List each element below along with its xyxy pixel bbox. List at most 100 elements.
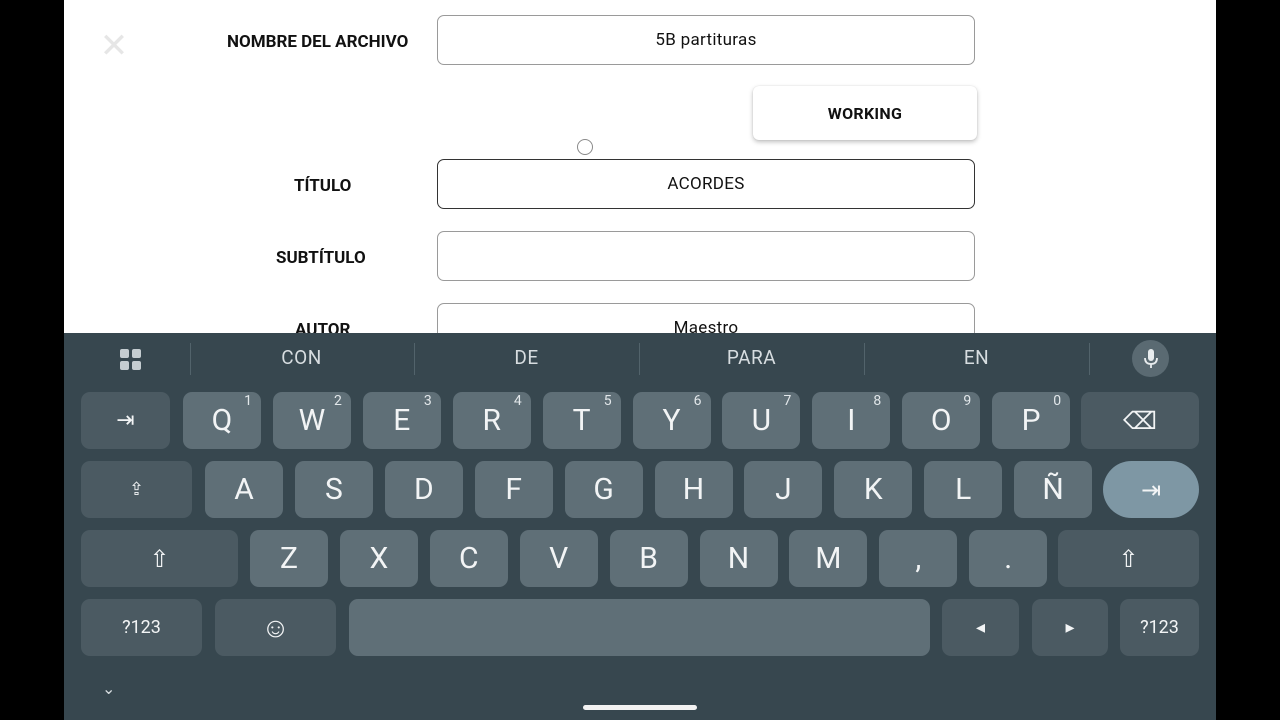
divider: [1089, 343, 1090, 375]
key-label: G: [593, 472, 614, 507]
symbols-key-left[interactable]: ?123: [81, 599, 202, 656]
key-label: ,: [915, 541, 922, 576]
key-9[interactable]: Ñ: [1014, 461, 1093, 518]
key-hint: 8: [873, 393, 882, 409]
title-label: TÍTULO: [294, 176, 352, 196]
key-label: A: [234, 472, 254, 507]
tab-key[interactable]: ⇥: [81, 392, 170, 449]
suggestion-1[interactable]: CON: [189, 346, 414, 369]
key-3[interactable]: F: [474, 461, 553, 518]
arrow-right-icon: ▸: [1065, 617, 1075, 638]
caps-lock-key[interactable]: ⇪: [81, 461, 192, 518]
collapse-keyboard-icon[interactable]: ⌄: [102, 679, 115, 698]
apps-grid-icon[interactable]: [120, 349, 141, 370]
key-1[interactable]: X: [339, 530, 418, 587]
key-7[interactable]: K: [834, 461, 913, 518]
shift-key-right[interactable]: ⇧: [1058, 530, 1199, 587]
key-hint: 0: [1053, 393, 1062, 409]
key-hint: 3: [423, 393, 432, 409]
key-4[interactable]: G: [564, 461, 643, 518]
key-r[interactable]: R4: [452, 392, 531, 449]
emoji-key[interactable]: ☺: [215, 599, 336, 656]
cursor-left-key[interactable]: ◂: [942, 599, 1019, 656]
symbols-key-right[interactable]: ?123: [1120, 599, 1199, 656]
backspace-key[interactable]: ⌫: [1081, 392, 1199, 449]
key-o[interactable]: O9: [902, 392, 981, 449]
key-hint: 6: [693, 393, 702, 409]
key-label: K: [863, 472, 883, 507]
next-field-key[interactable]: ⇥: [1103, 461, 1199, 518]
key-q[interactable]: Q1: [183, 392, 261, 449]
key-hint: 5: [603, 393, 612, 409]
key-label: R: [482, 403, 501, 438]
key-6[interactable]: J: [744, 461, 823, 518]
key-2[interactable]: C: [429, 530, 508, 587]
app-screen: ✕ NOMBRE DEL ARCHIVO 5B partituras WORKI…: [64, 0, 1216, 720]
key-i[interactable]: I8: [812, 392, 891, 449]
key-2[interactable]: D: [384, 461, 463, 518]
key-label: X: [369, 541, 389, 576]
title-input[interactable]: ACORDES: [437, 159, 975, 209]
key-label: I: [847, 403, 856, 438]
subtitle-input[interactable]: [437, 231, 975, 281]
key-label: Z: [280, 541, 298, 576]
key-hint: 7: [783, 393, 792, 409]
subtitle-label: SUBTÍTULO: [276, 248, 366, 268]
key-0[interactable]: A: [205, 461, 283, 518]
emoji-icon: ☺: [261, 611, 290, 644]
key-label: H: [682, 472, 705, 507]
working-button[interactable]: WORKING: [753, 86, 977, 140]
key-hint: 1: [244, 393, 252, 409]
arrow-left-icon: ◂: [975, 617, 986, 638]
tab-icon: ⇥: [116, 408, 135, 433]
shift-icon: ⇧: [1118, 544, 1139, 573]
key-label: U: [751, 403, 772, 438]
key-label: .: [1004, 541, 1013, 576]
key-5[interactable]: N: [699, 530, 778, 587]
key-hint: 2: [334, 393, 342, 409]
radio-button[interactable]: [577, 139, 593, 155]
key-label: J: [775, 472, 792, 507]
key-label: B: [639, 541, 658, 576]
key-7[interactable]: ,: [879, 530, 958, 587]
key-p[interactable]: P0: [992, 392, 1071, 449]
key-y[interactable]: Y6: [632, 392, 711, 449]
tab-icon: ⇥: [1140, 475, 1162, 504]
key-label: Q: [211, 403, 233, 438]
key-t[interactable]: T5: [542, 392, 621, 449]
space-bar[interactable]: [349, 599, 930, 656]
key-w[interactable]: W2: [272, 392, 351, 449]
microphone-icon[interactable]: [1132, 340, 1169, 377]
key-4[interactable]: B: [609, 530, 688, 587]
backspace-icon: ⌫: [1123, 406, 1157, 435]
suggestion-2[interactable]: DE: [414, 346, 639, 369]
key-label: N: [727, 541, 750, 576]
key-label: P: [1021, 403, 1041, 438]
key-label: O: [930, 403, 952, 438]
key-label: W: [298, 403, 326, 438]
key-5[interactable]: H: [654, 461, 733, 518]
shift-key-left[interactable]: ⇧: [81, 530, 238, 587]
suggestion-4[interactable]: EN: [864, 346, 1089, 369]
cursor-right-key[interactable]: ▸: [1032, 599, 1108, 656]
key-label: E: [393, 403, 411, 438]
key-hint: 9: [963, 393, 972, 409]
key-0[interactable]: Z: [250, 530, 328, 587]
key-label: S: [324, 472, 343, 507]
key-6[interactable]: M: [789, 530, 868, 587]
key-8[interactable]: L: [924, 461, 1003, 518]
key-label: D: [413, 472, 434, 507]
file-name-input[interactable]: 5B partituras: [437, 15, 975, 65]
key-label: T: [572, 403, 591, 438]
key-3[interactable]: V: [519, 530, 598, 587]
caps-lock-icon: ⇪: [128, 479, 145, 500]
key-8[interactable]: .: [969, 530, 1048, 587]
suggestion-3[interactable]: PARA: [639, 346, 864, 369]
key-e[interactable]: E3: [362, 392, 441, 449]
key-1[interactable]: S: [294, 461, 373, 518]
file-name-label: NOMBRE DEL ARCHIVO: [227, 32, 409, 52]
navigation-handle[interactable]: [583, 705, 697, 710]
key-u[interactable]: U7: [722, 392, 801, 449]
key-label: V: [549, 541, 569, 576]
key-label: F: [505, 472, 522, 507]
